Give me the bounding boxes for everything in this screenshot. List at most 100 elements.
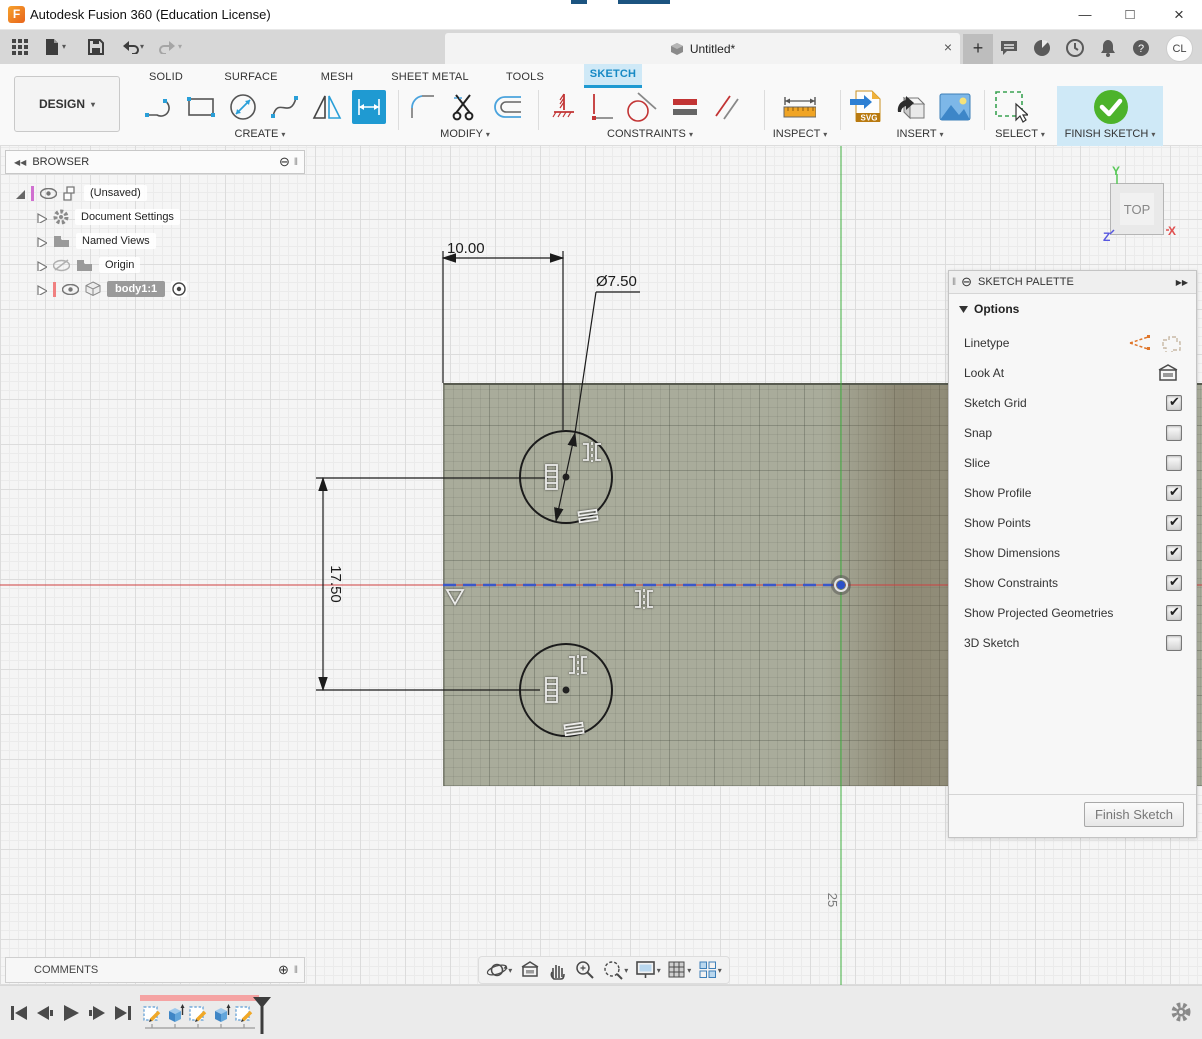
inspect-group-label[interactable]: INSPECT ▾: [765, 128, 835, 140]
fillet-tool-icon[interactable]: [406, 90, 440, 124]
create-group-label[interactable]: CREATE ▾: [210, 128, 310, 140]
tab-tools[interactable]: TOOLS: [499, 66, 551, 88]
palette-display-toggle-icon[interactable]: ⊖: [961, 274, 972, 290]
orbit-caret-icon[interactable]: ▾: [508, 966, 512, 975]
line-tool-icon[interactable]: [142, 90, 176, 124]
select-group-label[interactable]: SELECT ▾: [985, 128, 1055, 140]
spline-tool-icon[interactable]: [268, 90, 302, 124]
comments-panel-header[interactable]: COMMENTS ⊕ ‖: [5, 957, 305, 983]
expand-arrow-icon[interactable]: [36, 236, 47, 247]
slice-checkbox[interactable]: [1166, 455, 1182, 471]
expand-collapse-icon[interactable]: [14, 188, 25, 199]
offset-tool-icon[interactable]: [490, 90, 524, 124]
show-points-checkbox[interactable]: [1166, 515, 1182, 531]
origin-point[interactable]: [831, 575, 851, 595]
parallel-constraint-icon[interactable]: [710, 90, 744, 124]
clock-history-icon[interactable]: [1062, 36, 1088, 60]
design-workspace-dropdown[interactable]: DESIGN ▾: [14, 76, 120, 132]
insert-canvas-icon[interactable]: [938, 90, 972, 124]
options-section-header[interactable]: Options: [949, 294, 1196, 316]
redo-icon[interactable]: [156, 36, 180, 58]
expand-arrow-icon[interactable]: [36, 284, 47, 295]
sketch-grid-checkbox[interactable]: [1166, 395, 1182, 411]
fix-constraint-badge-icon[interactable]: [546, 678, 557, 702]
user-avatar[interactable]: CL: [1166, 35, 1193, 62]
add-comment-icon[interactable]: ⊕: [278, 962, 289, 978]
equal-constraint-icon[interactable]: [564, 723, 583, 735]
save-icon[interactable]: [84, 36, 108, 58]
tab-close-icon[interactable]: ×: [944, 39, 952, 55]
extensions-icon[interactable]: [1029, 36, 1055, 60]
insert-svg-icon[interactable]: SVG: [848, 90, 882, 124]
tab-mesh[interactable]: MESH: [314, 66, 360, 88]
mirror-tool-icon[interactable]: [310, 90, 344, 124]
timeline-go-to-start-button[interactable]: [8, 1003, 30, 1023]
show-profile-checkbox[interactable]: [1166, 485, 1182, 501]
minimize-button[interactable]: —: [1068, 2, 1102, 28]
trim-tool-icon[interactable]: [448, 90, 482, 124]
snap-checkbox[interactable]: [1166, 425, 1182, 441]
symmetry-constraint-icon[interactable]: [569, 655, 587, 675]
expand-arrow-icon[interactable]: [36, 212, 47, 223]
timeline-feature-extrude-icon[interactable]: [165, 1003, 186, 1024]
zoom-icon[interactable]: [574, 959, 596, 981]
visibility-eye-icon[interactable]: [62, 284, 79, 295]
show-dimensions-checkbox[interactable]: [1166, 545, 1182, 561]
show-constraints-checkbox[interactable]: [1166, 575, 1182, 591]
help-icon[interactable]: ?: [1128, 36, 1154, 60]
palette-finish-sketch-button[interactable]: Finish Sketch: [1084, 802, 1184, 827]
ground-radio-icon[interactable]: [171, 281, 187, 297]
timeline-step-forward-button[interactable]: [86, 1003, 108, 1023]
3d-sketch-checkbox[interactable]: [1166, 635, 1182, 651]
circle-tool-icon[interactable]: [226, 90, 260, 124]
tab-sketch[interactable]: SKETCH: [584, 64, 642, 88]
circle-center-lower[interactable]: [563, 687, 570, 694]
timeline-step-back-button[interactable]: [34, 1003, 56, 1023]
model-canvas[interactable]: 10.00 Ø7.50 17.50 25: [0, 146, 1202, 985]
height-dimension-text[interactable]: 17.50: [327, 565, 344, 603]
horizontal-vertical-constraint-icon[interactable]: [584, 90, 618, 124]
new-tab-button[interactable]: +: [963, 34, 993, 64]
width-dimension-text[interactable]: 10.00: [447, 240, 485, 257]
construction-linetype-icon[interactable]: [1128, 334, 1152, 352]
insert-derive-icon[interactable]: [894, 90, 928, 124]
viewports-caret-icon[interactable]: ▾: [718, 966, 722, 975]
constraints-group-label[interactable]: CONSTRAINTS ▾: [590, 128, 710, 140]
fit-caret-icon[interactable]: ▾: [624, 966, 628, 975]
width-dimension[interactable]: [443, 251, 563, 430]
grid-caret-icon[interactable]: ▾: [687, 966, 691, 975]
browser-collapse-icon[interactable]: ◀◀: [14, 158, 26, 167]
timeline-position-marker[interactable]: [252, 996, 272, 1034]
pan-icon[interactable]: [547, 960, 567, 980]
centerline-linetype-icon[interactable]: [1160, 334, 1182, 352]
maximize-button[interactable]: □: [1113, 2, 1147, 28]
timeline-feature-sketch-icon[interactable]: [188, 1003, 209, 1024]
visibility-eye-icon[interactable]: [40, 188, 57, 199]
fix-constraint-badge-icon[interactable]: [546, 465, 557, 489]
browser-item-named-views[interactable]: Named Views: [36, 230, 156, 252]
diameter-dimension[interactable]: [556, 292, 640, 521]
finish-sketch-button[interactable]: FINISH SKETCH ▾: [1057, 86, 1163, 146]
timeline-play-button[interactable]: [60, 1003, 82, 1023]
timeline-feature-extrude-icon[interactable]: [211, 1003, 232, 1024]
tab-sheet-metal[interactable]: SHEET METAL: [384, 66, 476, 88]
browser-display-toggle-icon[interactable]: ⊖: [279, 154, 290, 170]
display-settings-icon[interactable]: ▾: [635, 960, 661, 980]
viewports-icon[interactable]: ▾: [698, 960, 722, 980]
job-status-icon[interactable]: [996, 36, 1022, 60]
palette-drag-handle[interactable]: ‖: [952, 277, 956, 288]
browser-item-root[interactable]: (Unsaved): [14, 182, 147, 204]
equal-constraint-icon[interactable]: [668, 90, 702, 124]
close-button[interactable]: ×: [1162, 2, 1196, 28]
symmetry-constraint-icon[interactable]: [635, 589, 653, 609]
browser-item-label[interactable]: Named Views: [76, 233, 156, 249]
grid-snap-settings-icon[interactable]: ▾: [667, 960, 691, 980]
midpoint-constraint-icon[interactable]: [447, 590, 463, 604]
tab-solid[interactable]: SOLID: [140, 66, 192, 88]
rectangle-tool-icon[interactable]: [184, 90, 218, 124]
expand-arrow-icon[interactable]: [36, 260, 47, 271]
redo-caret-icon[interactable]: ▾: [178, 42, 182, 51]
browser-item-label[interactable]: body1:1: [107, 281, 165, 297]
comments-drag-handle[interactable]: ‖: [294, 965, 298, 976]
timeline-feature-sketch-icon[interactable]: [142, 1003, 163, 1024]
